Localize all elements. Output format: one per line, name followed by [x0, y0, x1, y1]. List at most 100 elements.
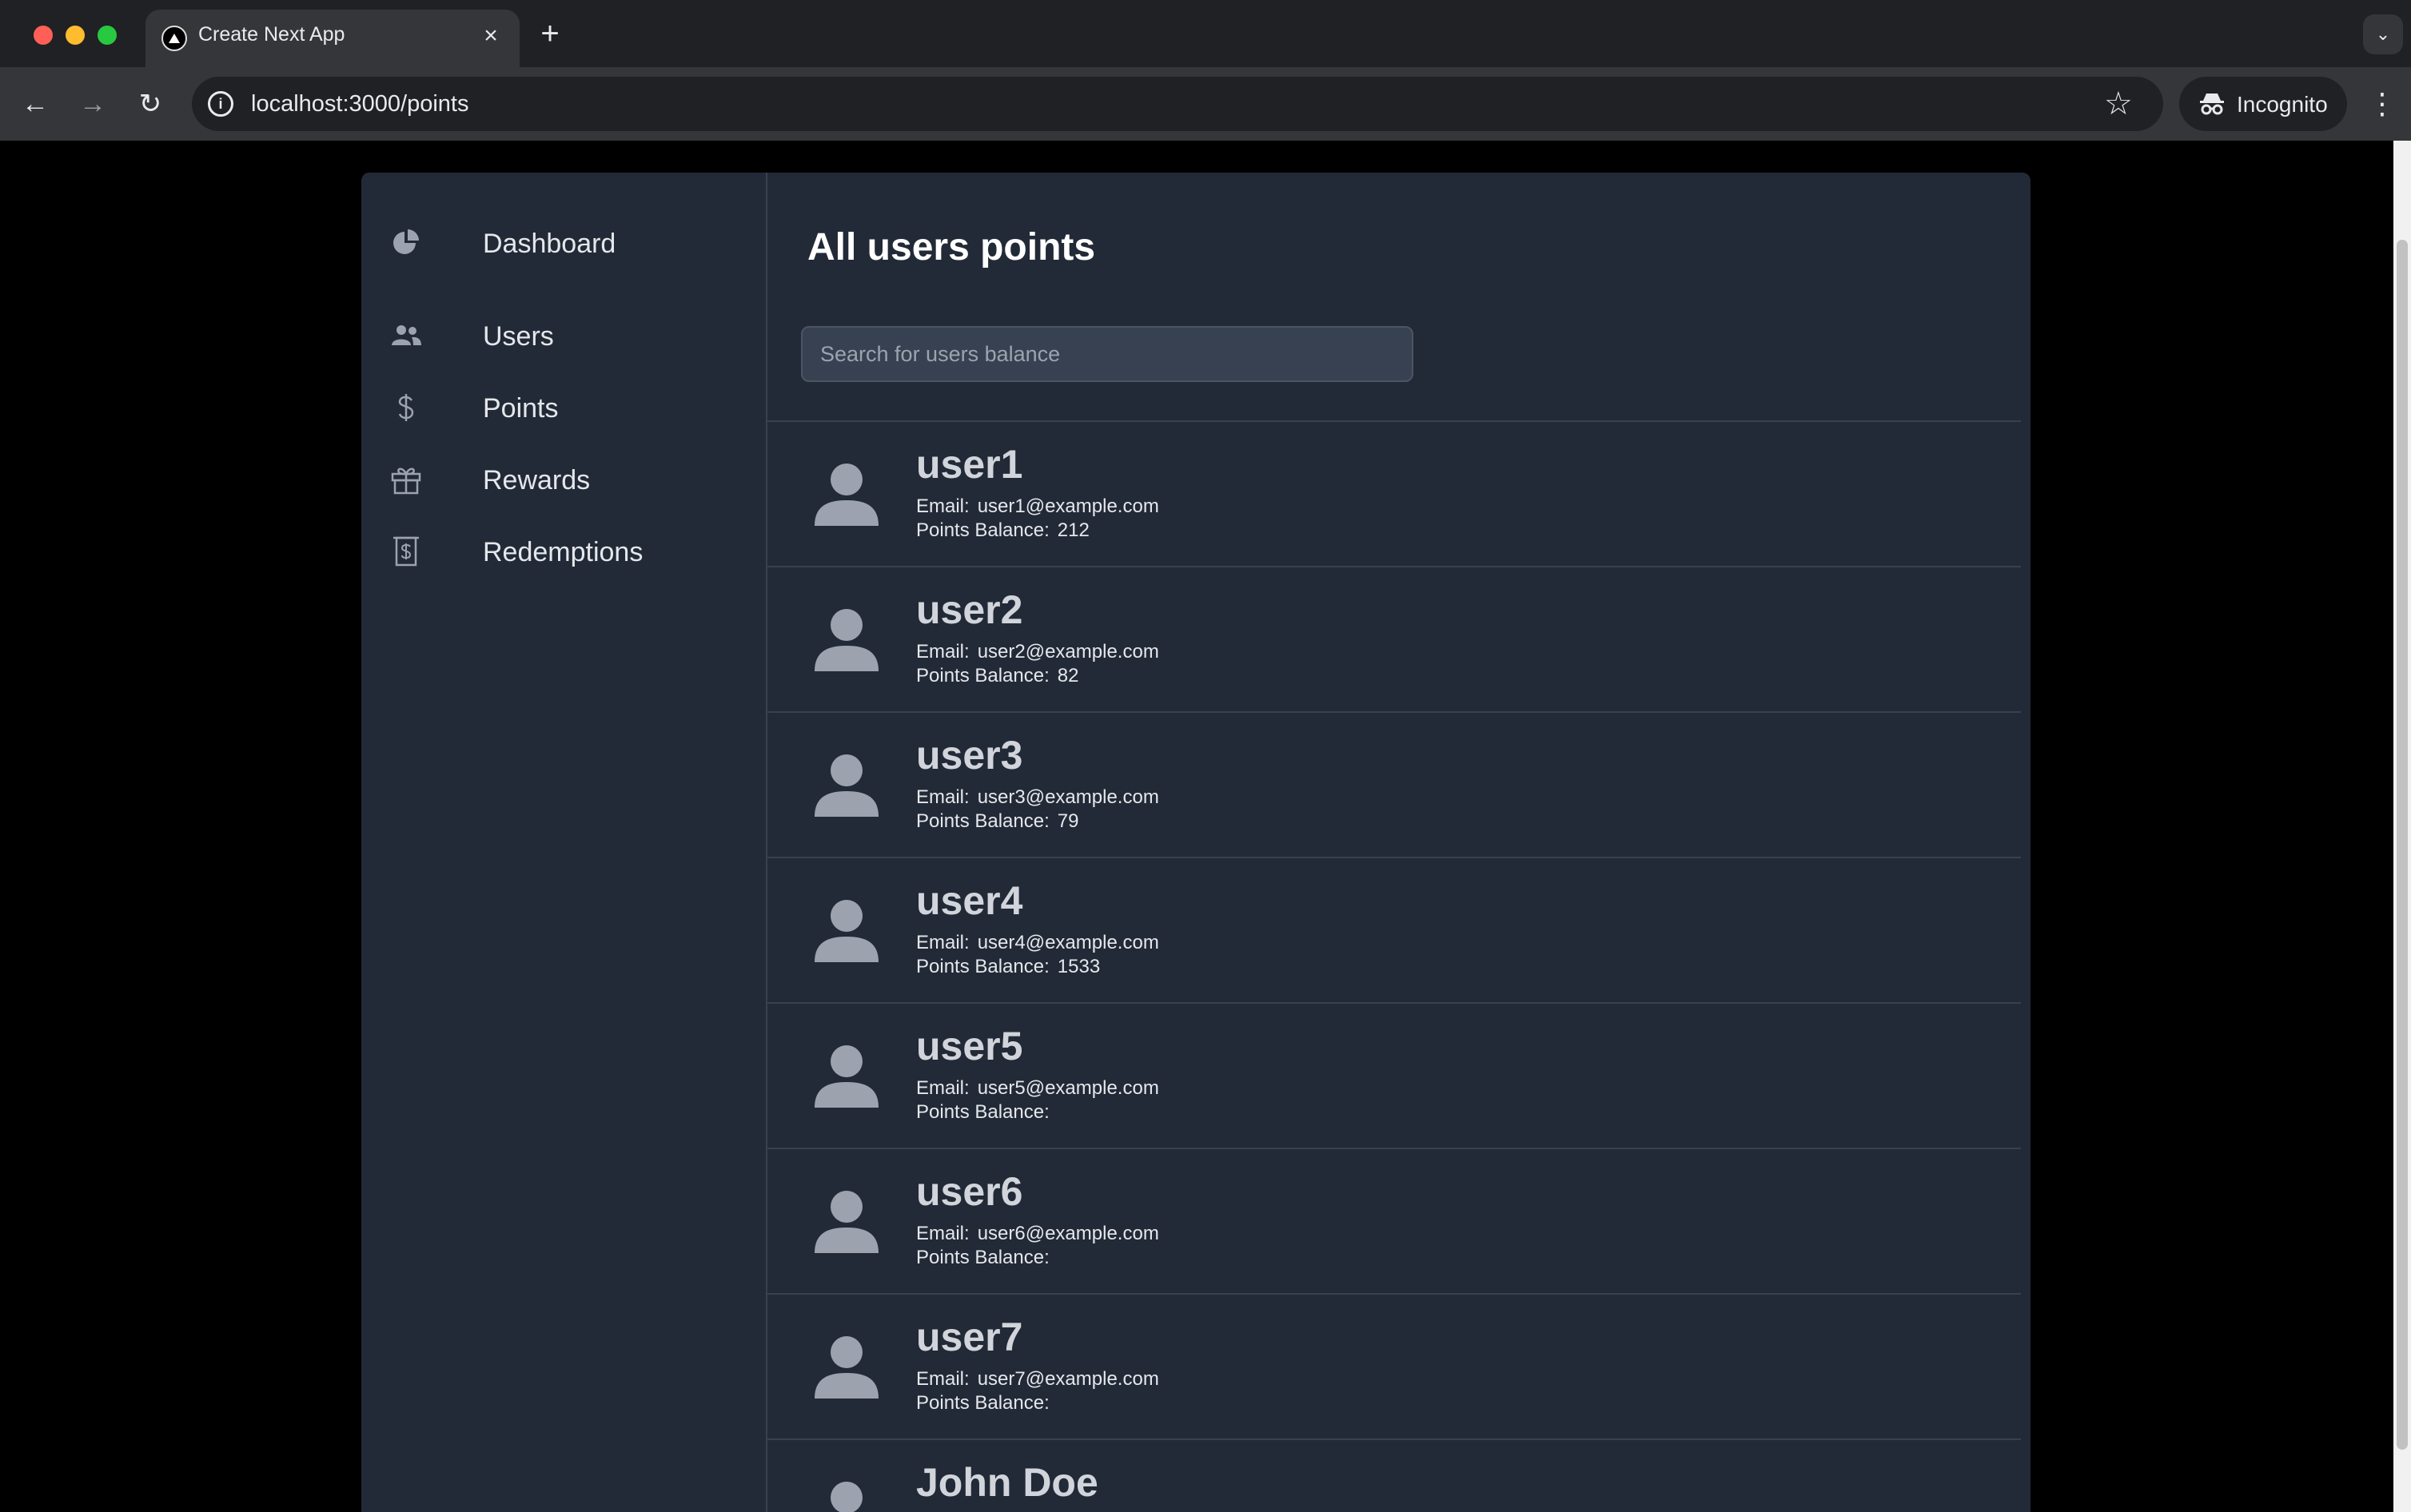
- search-input[interactable]: [801, 326, 1413, 382]
- sidebar-item-label: Users: [483, 321, 554, 352]
- list-item[interactable]: user4 Email: user4@example.com Points Bal…: [767, 857, 2021, 1002]
- gift-icon: [391, 468, 421, 495]
- url-text[interactable]: localhost:3000/points: [251, 91, 468, 117]
- email-label: Email:: [916, 932, 970, 953]
- user-name: user1: [916, 442, 1023, 487]
- points-label: Points Balance:: [916, 1101, 1050, 1123]
- list-item[interactable]: John Doe: [767, 1438, 2021, 1512]
- user-points-line: Points Balance: 79: [916, 810, 1078, 833]
- user-email-line: Email: user3@example.com: [916, 786, 1159, 809]
- sidebar-item-points[interactable]: Points: [390, 384, 742, 432]
- receipt-icon: [393, 536, 419, 567]
- email-label: Email:: [916, 786, 970, 808]
- dollar-icon: [398, 394, 414, 421]
- browser-toolbar: ← → ↻ i localhost:3000/points ☆ Incognit…: [0, 67, 2411, 141]
- sidebar-item-label: Dashboard: [483, 229, 616, 259]
- user-points: 212: [1057, 519, 1090, 541]
- reload-button[interactable]: ↻: [133, 86, 168, 121]
- user-list: user1 Email: user1@example.com Points Bal…: [767, 420, 2021, 1512]
- site-info-icon[interactable]: i: [208, 91, 233, 117]
- points-label: Points Balance:: [916, 1392, 1050, 1414]
- user-email: user5@example.com: [977, 1077, 1159, 1099]
- user-email-line: Email: user4@example.com: [916, 932, 1159, 954]
- back-button[interactable]: ←: [18, 86, 53, 121]
- user-points: 1533: [1057, 956, 1101, 977]
- user-name: user4: [916, 878, 1023, 923]
- user-email-line: Email: user2@example.com: [916, 641, 1159, 663]
- user-email-line: Email: user5@example.com: [916, 1077, 1159, 1100]
- user-avatar-icon: [831, 1482, 863, 1512]
- sidebar-item-dashboard[interactable]: Dashboard: [390, 219, 742, 267]
- user-name: user7: [916, 1315, 1023, 1359]
- list-item[interactable]: user3 Email: user3@example.com Points Bal…: [767, 711, 2021, 857]
- incognito-icon: [2200, 94, 2224, 115]
- app-container: Dashboard Users Points Rewards Redemptio…: [361, 173, 2030, 1512]
- sidebar-item-label: Redemptions: [483, 537, 644, 567]
- sidebar-item-label: Points: [483, 393, 559, 424]
- list-item[interactable]: user6 Email: user6@example.com Points Bal…: [767, 1148, 2021, 1293]
- bookmark-star-icon[interactable]: ☆: [2104, 86, 2133, 121]
- email-label: Email:: [916, 1077, 970, 1099]
- user-points-line: Points Balance: 82: [916, 665, 1078, 687]
- browser-tab-bar: Create Next App × + ⌄: [0, 0, 2411, 67]
- browser-tab[interactable]: Create Next App ×: [145, 10, 520, 67]
- user-points: 79: [1057, 810, 1079, 832]
- tab-title: Create Next App: [198, 23, 345, 46]
- address-bar[interactable]: i localhost:3000/points ☆: [192, 77, 2163, 131]
- list-item[interactable]: user7 Email: user7@example.com Points Bal…: [767, 1293, 2021, 1438]
- user-name: user2: [916, 587, 1023, 632]
- nextjs-favicon-icon: [161, 26, 187, 51]
- sidebar-item-label: Rewards: [483, 465, 591, 495]
- tab-close-icon[interactable]: ×: [476, 22, 505, 50]
- email-label: Email:: [916, 1368, 970, 1390]
- points-label: Points Balance:: [916, 665, 1050, 686]
- user-name: user3: [916, 733, 1023, 778]
- list-item[interactable]: user5 Email: user5@example.com Points Bal…: [767, 1002, 2021, 1148]
- page-title: All users points: [807, 226, 1096, 269]
- browser-menu-icon[interactable]: ⋮: [2366, 86, 2398, 121]
- user-points: 82: [1057, 665, 1079, 686]
- window-minimize-button[interactable]: [66, 26, 85, 45]
- points-label: Points Balance:: [916, 1247, 1050, 1268]
- email-label: Email:: [916, 495, 970, 517]
- points-label: Points Balance:: [916, 810, 1050, 832]
- list-item[interactable]: user1 Email: user1@example.com Points Bal…: [767, 420, 2021, 566]
- page-viewport: Dashboard Users Points Rewards Redemptio…: [0, 141, 2411, 1512]
- incognito-label: Incognito: [2237, 92, 2328, 117]
- sidebar-item-redemptions[interactable]: Redemptions: [390, 527, 742, 575]
- user-email: user6@example.com: [977, 1223, 1159, 1244]
- user-email-line: Email: user6@example.com: [916, 1223, 1159, 1245]
- user-points-line: Points Balance:: [916, 1247, 1058, 1269]
- user-email: user2@example.com: [977, 641, 1159, 662]
- pie-chart-icon: [393, 229, 419, 254]
- user-avatar-icon: [815, 900, 879, 962]
- user-points-line: Points Balance:: [916, 1101, 1058, 1124]
- email-label: Email:: [916, 1223, 970, 1244]
- incognito-indicator[interactable]: Incognito: [2179, 77, 2347, 131]
- user-name: user5: [916, 1024, 1023, 1068]
- new-tab-button[interactable]: +: [534, 18, 566, 50]
- user-email: user7@example.com: [977, 1368, 1159, 1390]
- sidebar-item-users[interactable]: Users: [390, 312, 742, 360]
- user-email: user4@example.com: [977, 932, 1159, 953]
- user-avatar-icon: [815, 609, 879, 671]
- user-points-line: Points Balance:: [916, 1392, 1058, 1415]
- list-item[interactable]: user2 Email: user2@example.com Points Bal…: [767, 566, 2021, 711]
- user-avatar-icon: [815, 1045, 879, 1108]
- user-email-line: Email: user1@example.com: [916, 495, 1159, 518]
- scrollbar-thumb[interactable]: [2397, 240, 2408, 1450]
- user-avatar-icon: [815, 1336, 879, 1399]
- user-avatar-icon: [815, 754, 879, 817]
- user-email: user3@example.com: [977, 786, 1159, 808]
- sidebar-item-rewards[interactable]: Rewards: [390, 456, 742, 503]
- user-name: John Doe: [916, 1460, 1098, 1505]
- main-content: All users points user1 Email: user1@examp…: [767, 173, 2030, 1512]
- forward-button[interactable]: →: [75, 86, 110, 121]
- page-scrollbar[interactable]: [2393, 141, 2411, 1512]
- tab-search-button[interactable]: ⌄: [2363, 14, 2403, 54]
- sidebar: Dashboard Users Points Rewards Redemptio…: [361, 173, 767, 1512]
- user-name: user6: [916, 1169, 1023, 1214]
- window-maximize-button[interactable]: [98, 26, 117, 45]
- points-label: Points Balance:: [916, 519, 1050, 541]
- window-close-button[interactable]: [34, 26, 53, 45]
